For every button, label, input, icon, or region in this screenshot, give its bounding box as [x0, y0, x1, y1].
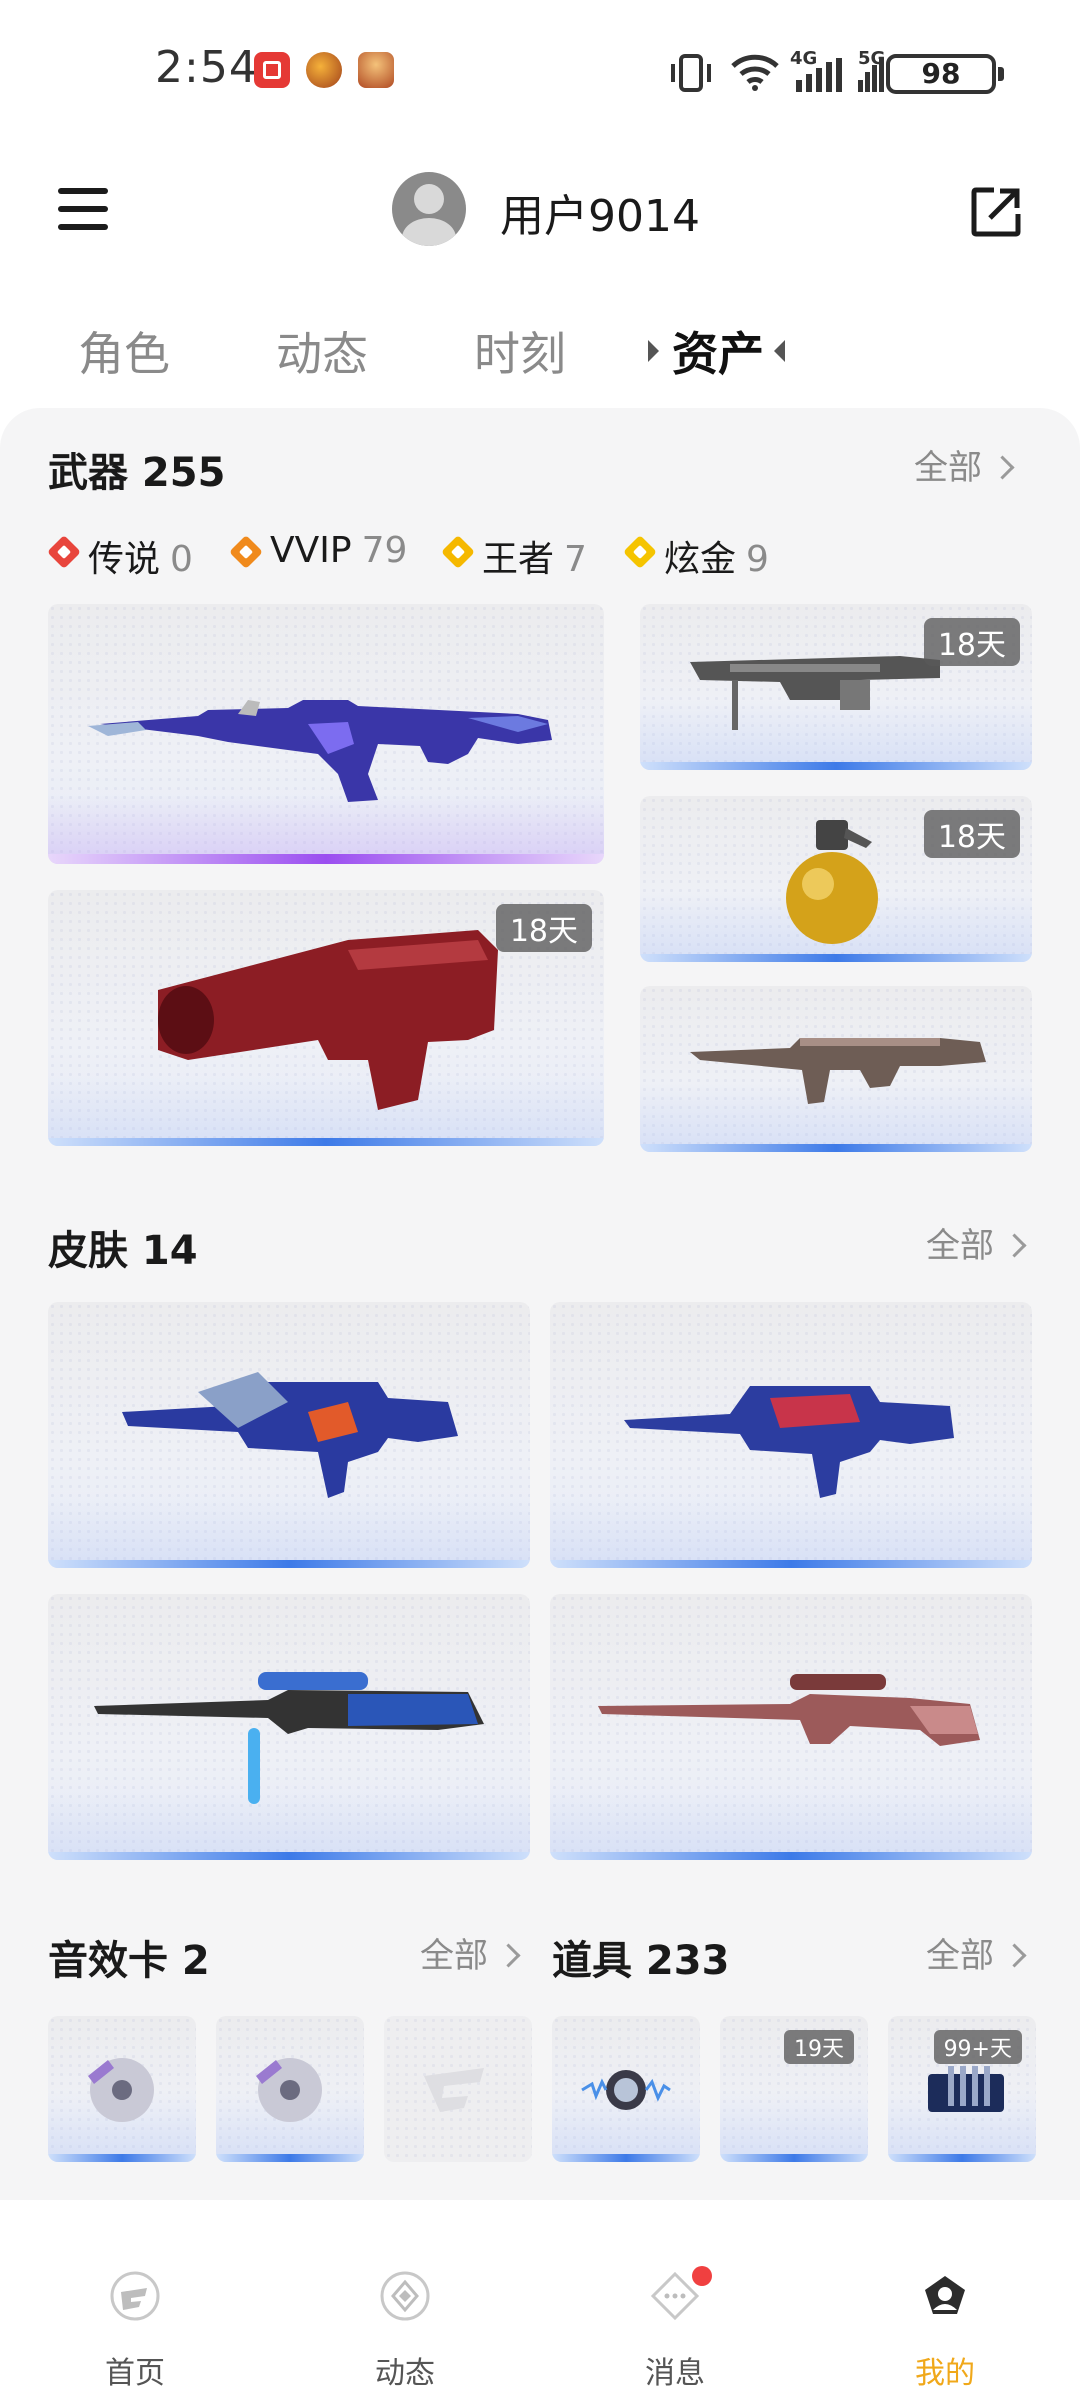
- sound-cards-title: 音效卡 2: [48, 1938, 210, 1984]
- tab-moments[interactable]: 时刻: [474, 318, 566, 384]
- avatar[interactable]: [392, 172, 466, 246]
- wifi-icon: [731, 54, 779, 91]
- signal-icon-2: [858, 58, 884, 92]
- expiry-badge: 99+天: [933, 2030, 1022, 2064]
- weapons-view-all[interactable]: 全部: [914, 440, 1011, 489]
- unread-dot: [692, 2266, 712, 2286]
- sound-card-placeholder[interactable]: [384, 2016, 532, 2162]
- rarity-label: 炫金: [664, 539, 737, 580]
- nav-profile[interactable]: 我的: [810, 2200, 1080, 2400]
- sniper-blue-skin-image: [94, 1672, 484, 1804]
- tab-indicator-left: [648, 340, 659, 362]
- disc-icon: [256, 2058, 322, 2122]
- rarity-count: 9: [746, 539, 769, 580]
- weapons-title: 武器 255: [48, 450, 226, 496]
- rarity-label: VVIP: [270, 530, 352, 571]
- weapon-card-grenade[interactable]: 18天: [640, 796, 1032, 962]
- m4-dragon-skin-image: [122, 1372, 458, 1498]
- tab-role[interactable]: 角色: [78, 318, 170, 384]
- feed-icon: [380, 2271, 430, 2321]
- disc-icon: [88, 2058, 154, 2122]
- rarity-count: 7: [564, 539, 587, 580]
- tab-feed[interactable]: 动态: [276, 318, 368, 384]
- battery-indicator: 98: [886, 54, 1004, 94]
- skin-card-m4-blue[interactable]: [550, 1302, 1032, 1568]
- skin-card-m4-dragon[interactable]: [48, 1302, 530, 1568]
- nav-messages[interactable]: 消息: [540, 2200, 810, 2400]
- weapon-card-scar-rifle[interactable]: [640, 986, 1032, 1152]
- sound-card-item[interactable]: [48, 2016, 196, 2162]
- game-app-icon-2: [358, 52, 394, 88]
- rarity-gold[interactable]: 炫金 9: [664, 530, 769, 582]
- share-icon[interactable]: [970, 186, 1022, 238]
- status-bar: 2:54 4G 5G 98: [0, 0, 1080, 140]
- expiry-badge: 18天: [923, 810, 1020, 858]
- awm-rose-skin-image: [598, 1674, 980, 1746]
- rarity-label: 王者: [482, 539, 555, 580]
- username: 用户9014: [500, 191, 700, 242]
- skin-card-sniper-blue[interactable]: [48, 1594, 530, 1860]
- nav-label: 消息: [645, 2356, 705, 2391]
- m4-blue-skin-image: [624, 1386, 954, 1498]
- tab-assets[interactable]: 资产: [672, 318, 764, 384]
- profile-icon: [925, 2276, 965, 2314]
- nav-label: 首页: [105, 2356, 165, 2391]
- nav-label: 我的: [915, 2356, 975, 2391]
- nav-label: 动态: [375, 2356, 435, 2391]
- status-time: 2:54: [155, 42, 258, 93]
- notification-icon: [254, 52, 290, 88]
- rarity-vvip[interactable]: VVIP 79: [270, 530, 407, 571]
- rarity-king[interactable]: 王者 7: [482, 530, 587, 582]
- expiry-badge: 18天: [923, 618, 1020, 666]
- nav-home[interactable]: 首页: [0, 2200, 270, 2400]
- rarity-label: 传说: [88, 539, 161, 580]
- skins-view-all[interactable]: 全部: [926, 1218, 1023, 1267]
- skins-title: 皮肤 14: [48, 1228, 198, 1274]
- skin-card-awm-rose[interactable]: [550, 1594, 1032, 1860]
- scar-rifle-image: [690, 1038, 986, 1104]
- rarity-count: 0: [170, 539, 193, 580]
- expiry-badge: 18天: [495, 904, 592, 952]
- menu-icon[interactable]: [58, 188, 108, 230]
- rarity-legend[interactable]: 传说 0: [88, 530, 193, 582]
- sound-cards-view-all[interactable]: 全部: [420, 1928, 517, 1977]
- ak-rifle-image: [88, 700, 552, 802]
- rarity-count: 79: [361, 530, 408, 571]
- bottom-nav: 首页 动态 消息 我的: [0, 2200, 1080, 2400]
- prop-item[interactable]: 19天: [720, 2016, 868, 2162]
- prop-item[interactable]: 99+天: [888, 2016, 1036, 2162]
- tab-indicator-right: [774, 340, 785, 362]
- sound-wave-icon: [581, 2070, 671, 2110]
- expiry-badge: 19天: [784, 2030, 854, 2064]
- vibrate-icon: [671, 54, 711, 92]
- weapon-card-ak-rifle[interactable]: [48, 604, 604, 864]
- props-title: 道具 233: [552, 1938, 730, 1984]
- game-app-icon: [306, 52, 342, 88]
- signal-icon-1: [796, 58, 842, 92]
- weapon-card-machine-gun[interactable]: 18天: [640, 604, 1032, 770]
- nav-feed[interactable]: 动态: [270, 2200, 540, 2400]
- props-view-all[interactable]: 全部: [926, 1928, 1023, 1977]
- sound-card-item[interactable]: [216, 2016, 364, 2162]
- prop-item[interactable]: [552, 2016, 700, 2162]
- home-icon: [110, 2271, 160, 2321]
- placeholder-logo-icon: [424, 2068, 484, 2112]
- weapon-card-red-smg[interactable]: 18天: [48, 890, 604, 1146]
